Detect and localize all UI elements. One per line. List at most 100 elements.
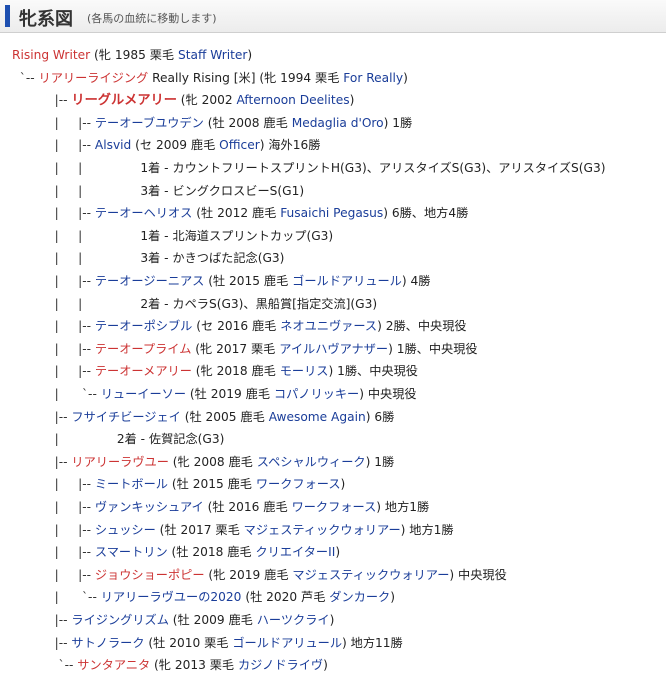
horse-link[interactable]: ジョウショーポピー [95,568,205,582]
horse-link[interactable]: スペシャルウィーク [257,455,366,469]
horse-link[interactable]: シュッシー [95,523,156,537]
pedigree-row: |-- リアリーラヴユー (牝 2008 鹿毛 スペシャルウィーク) 1勝 [12,452,395,472]
horse-info-text: (セ 2009 鹿毛 [131,138,220,153]
tree-connector: | |-- [12,274,95,288]
horse-link[interactable]: Fusaichi Pegasus [280,206,383,220]
tree-connector: |-- [12,635,72,650]
pedigree-row: | `-- リアリーラヴユーの2020 (牡 2020 芦毛 ダンカーク) [12,587,395,607]
pedigree-row: | | 1着 - カウントフリートスプリントH(G3)、アリスタイズS(G3)、… [12,158,606,178]
horse-link[interactable]: クリエイターII [255,545,335,559]
tree-connector: | |-- [12,522,95,537]
tree-connector: | | [12,296,141,311]
horse-link[interactable]: Afternoon Deelites [236,93,349,107]
tree-connector: | |-- [12,341,95,356]
horse-link[interactable]: モーリス [280,364,329,378]
horse-link[interactable]: Staff Writer [178,48,247,62]
horse-info-text: ) 中央現役 [359,387,417,401]
horse-info-text: 3着 - ビングクロスビーS(G1) [140,183,305,198]
horse-link[interactable]: スマートリン [95,545,168,559]
horse-info-text: 1着 - 北海道スプリントカップ(G3) [140,228,334,243]
horse-link[interactable]: テーオーポシブル [95,319,193,333]
pedigree-row: `-- リアリーライジング Really Rising [米] (牝 1994 … [12,68,408,88]
horse-link[interactable]: サンタアニタ [77,658,150,672]
horse-info-text: (牝 2002 [176,93,237,108]
horse-info-text: (牡 2016 鹿毛 [203,500,292,514]
horse-link[interactable]: サトノラーク [71,636,144,650]
horse-info-text: (牡 2015 鹿毛 [168,477,256,492]
horse-link[interactable]: カジノドライヴ [238,658,323,672]
pedigree-row: | |-- ミートボール (牡 2015 鹿毛 ワークフォース) [12,474,346,494]
horse-link[interactable]: リアリーラヴユーの2020 [101,590,242,604]
horse-link[interactable]: アイルハヴアナザー [279,342,388,356]
pedigree-row: | |-- スマートリン (牡 2018 鹿毛 クリエイターII) [12,542,340,562]
horse-link[interactable]: ヴァンキッシュアイ [95,500,204,514]
section-header: 牝系図 (各馬の血統に移動します) [0,0,666,33]
tree-connector: | | [12,251,141,266]
pedigree-row: | |-- テーオーブユウデン (牡 2008 鹿毛 Medaglia d'Or… [12,113,413,133]
pedigree-row: | |-- テーオーポシブル (セ 2016 鹿毛 ネオユニヴァース) 2勝、中… [12,316,467,336]
horse-info-text: ) [340,477,346,492]
horse-link[interactable]: ハーツクライ [257,613,330,627]
horse-link[interactable]: ゴールドアリュール [292,274,402,288]
horse-info-text: ) 1勝 [383,115,413,130]
pedigree-row: |-- リーグルメアリー (牝 2002 Afternoon Deelites) [12,90,355,110]
horse-info-text: ) 地方1勝 [376,500,430,514]
tree-connector: | | [12,161,141,175]
pedigree-row: | `-- リューイーソー (牡 2019 鹿毛 コパノリッキー) 中央現役 [12,384,417,404]
horse-link[interactable]: Medaglia d'Oro [292,116,384,130]
tree-connector: `-- [12,658,78,673]
tree-connector: | |-- [12,138,95,153]
horse-link[interactable]: マジェスティックウォリアー [292,568,449,582]
pedigree-row: | | 1着 - 北海道スプリントカップ(G3) [12,226,334,246]
tree-connector: | |-- [12,545,95,560]
tree-connector: | |-- [12,567,95,582]
horse-link[interactable]: リアリーラヴユー [71,455,169,469]
horse-info-text: (牡 2008 鹿毛 [203,115,292,130]
horse-link[interactable]: Awesome Again [269,410,366,424]
horse-link[interactable]: リアリーライジング [39,71,149,85]
horse-link[interactable]: Rising Writer [12,48,90,62]
horse-link[interactable]: テーオーメアリー [95,364,192,378]
horse-link[interactable]: テーオーヘリオス [95,206,193,220]
horse-link[interactable]: リーグルメアリー [71,93,177,108]
section-subtitle: (各馬の血統に移動します) [87,12,217,25]
horse-info-text: (牡 2012 鹿毛 [192,206,281,221]
horse-link[interactable]: テーオーブユウデン [95,116,204,130]
horse-info-text: ) 1勝、中央現役 [388,341,478,356]
horse-info-text: 1着 - カウントフリートスプリントH(G3)、アリスタイズS(G3)、アリスタ… [140,161,606,175]
horse-link[interactable]: ゴールドアリュール [232,636,342,650]
pedigree-row: | |-- ジョウショーポピー (牝 2019 鹿毛 マジェスティックウォリアー… [12,565,507,585]
horse-info-text: ) 6勝 [365,409,395,424]
horse-link[interactable]: テーオープライム [95,342,192,356]
horse-info-text: (セ 2016 鹿毛 [192,319,281,334]
horse-info-text: (牝 2013 栗毛 [150,658,238,673]
horse-link[interactable]: Alsvid [95,138,131,152]
horse-info-text: (牡 2009 鹿毛 [168,613,257,627]
horse-info-text: (牝 1985 栗毛 [90,48,178,62]
pedigree-row: | | 3着 - かきつばた記念(G3) [12,248,285,268]
horse-link[interactable]: ワークフォース [256,477,341,491]
horse-link[interactable]: ネオユニヴァース [280,319,377,333]
horse-info-text: ) 2勝、中央現役 [377,319,467,334]
horse-link[interactable]: ライジングリズム [71,613,169,627]
pedigree-row: `-- サンタアニタ (牝 2013 栗毛 カジノドライヴ) [12,655,327,675]
horse-link[interactable]: Officer [219,138,260,152]
horse-info-text: ) [403,70,408,85]
pedigree-row: |-- サトノラーク (牡 2010 栗毛 ゴールドアリュール) 地方11勝 [12,633,403,653]
pedigree-row: |-- ライジングリズム (牡 2009 鹿毛 ハーツクライ) [12,610,335,630]
horse-link[interactable]: ワークフォース [292,500,377,514]
pedigree-row: | |-- テーオージーニアス (牡 2015 鹿毛 ゴールドアリュール) 4勝 [12,271,431,291]
horse-link[interactable]: ミートボール [95,477,168,491]
tree-connector: | `-- [12,590,101,605]
tree-connector: | |-- [12,364,95,379]
horse-info-text: ) 1勝 [365,454,395,469]
horse-info-text: (牝 2018 鹿毛 [191,364,280,379]
horse-link[interactable]: マジェスティックウォリアー [244,523,401,537]
horse-link[interactable]: ダンカーク [329,590,390,604]
horse-link[interactable]: テーオージーニアス [95,274,204,288]
horse-link[interactable]: コパノリッキー [274,387,359,401]
horse-link[interactable]: フサイチビージェイ [71,410,180,424]
horse-link[interactable]: For Really [343,71,403,85]
pedigree-row: | |-- テーオーメアリー (牝 2018 鹿毛 モーリス) 1勝、中央現役 [12,361,418,381]
horse-link[interactable]: リューイーソー [101,387,186,401]
